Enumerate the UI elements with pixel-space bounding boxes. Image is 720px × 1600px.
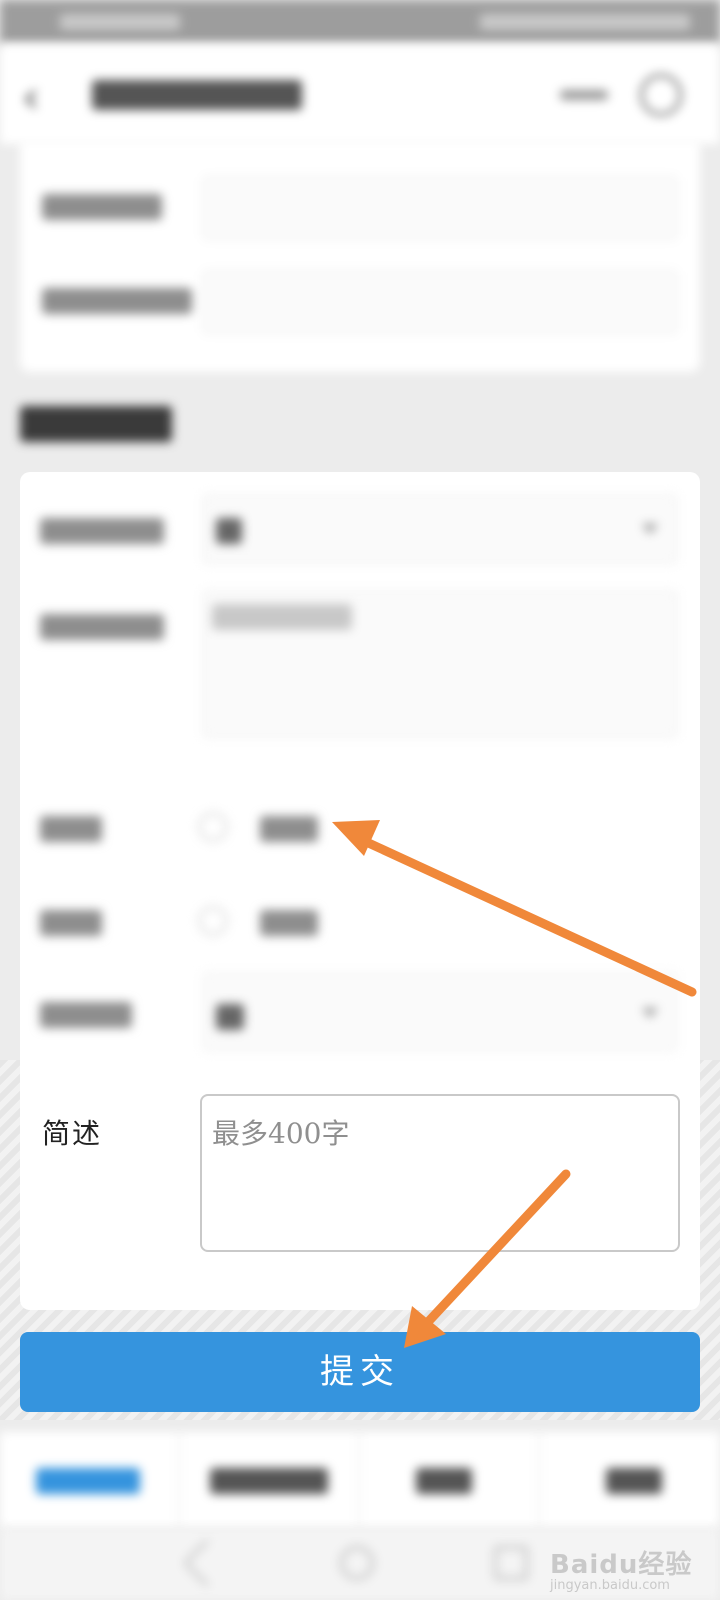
tab-4-label — [606, 1468, 662, 1494]
tab-4[interactable] — [540, 1432, 720, 1528]
details-label-5 — [40, 1002, 132, 1028]
details-textarea-2[interactable] — [202, 590, 678, 738]
description-input[interactable] — [200, 1094, 680, 1252]
description-label: 简述 — [42, 1117, 103, 1150]
tab-1-label — [36, 1468, 140, 1494]
radio-label-2 — [260, 910, 318, 936]
tab-2-label — [210, 1468, 328, 1494]
app-header: ‹ — [0, 44, 720, 144]
select-1-value — [216, 518, 242, 544]
page-title — [92, 80, 302, 110]
select-5-value — [216, 1004, 244, 1030]
status-bar — [0, 0, 720, 44]
tab-1[interactable] — [0, 1432, 180, 1528]
status-bar-indicators — [480, 14, 690, 30]
back-arrow-icon[interactable]: ‹ — [22, 72, 40, 123]
section-title — [20, 406, 172, 442]
nav-home-icon[interactable] — [340, 1546, 374, 1580]
target-icon[interactable] — [640, 74, 682, 116]
details-select-5[interactable] — [202, 972, 678, 1052]
status-bar-time — [60, 14, 180, 30]
details-label-3 — [40, 816, 102, 842]
contact-field-1[interactable] — [202, 176, 678, 240]
bottom-tab-bar — [0, 1432, 720, 1528]
tab-3[interactable] — [360, 1432, 540, 1528]
textarea-2-placeholder — [212, 604, 352, 630]
contact-field-2[interactable] — [202, 270, 678, 334]
contact-card — [20, 140, 700, 372]
chevron-down-icon — [642, 524, 658, 534]
chevron-down-icon — [642, 1008, 658, 1018]
watermark-url: jingyan.baidu.com — [550, 1578, 670, 1593]
contact-label-1 — [42, 194, 162, 220]
tab-2[interactable] — [180, 1432, 360, 1528]
details-label-1 — [40, 518, 164, 544]
contact-label-2 — [42, 288, 192, 314]
details-label-2 — [40, 614, 164, 640]
nav-recents-icon[interactable] — [494, 1546, 528, 1580]
submit-button[interactable]: 提交 — [20, 1332, 700, 1412]
details-select-1[interactable] — [202, 494, 678, 564]
baidu-logo: Baidu经验 — [550, 1550, 693, 1580]
radio-label-1 — [260, 816, 318, 842]
radio-button-1[interactable] — [198, 812, 228, 842]
nav-back-icon[interactable] — [182, 1538, 232, 1588]
radio-button-2[interactable] — [198, 906, 228, 936]
tab-3-label — [416, 1468, 472, 1494]
details-label-4 — [40, 910, 102, 936]
more-menu-icon[interactable] — [560, 90, 608, 100]
